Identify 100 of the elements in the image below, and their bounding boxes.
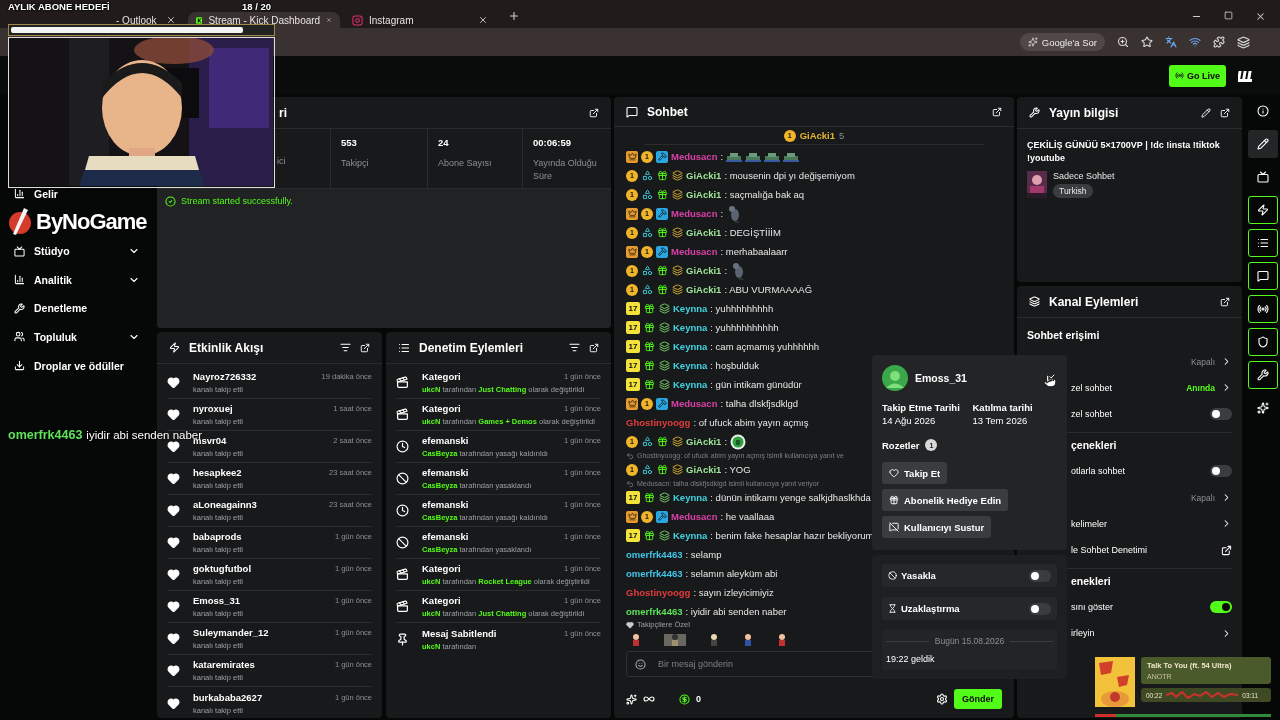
- chat-username[interactable]: omerfrk4463: [626, 568, 683, 579]
- chat-username[interactable]: GiAcki1: [686, 265, 722, 276]
- toggle-switch[interactable]: [1210, 408, 1232, 421]
- sidebar-item[interactable]: Droplar ve ödüller: [0, 357, 154, 374]
- chat-username[interactable]: GiAcki1: [686, 436, 722, 447]
- follower-name: Emoss_31: [193, 595, 241, 606]
- rail-button[interactable]: [1247, 328, 1278, 356]
- chat-username[interactable]: GiAcki1: [686, 170, 722, 181]
- chart-icon: [14, 188, 25, 200]
- bookmark-star-icon[interactable]: [1141, 36, 1153, 48]
- category-name[interactable]: Sadece Sohbet: [1053, 171, 1115, 182]
- ask-google-button[interactable]: Google'a Sor: [1019, 33, 1105, 51]
- chat-username[interactable]: GiAcki1: [686, 464, 722, 475]
- sidebar-item[interactable]: Denetleme: [0, 300, 154, 317]
- chat-username[interactable]: Medusacn: [671, 246, 718, 257]
- panel-title: Denetim Eylemleri: [419, 340, 525, 355]
- external-link-icon[interactable]: [1221, 544, 1232, 556]
- chat-message: : sayın izleyicimiyiz: [693, 587, 774, 598]
- close-icon[interactable]: [166, 15, 176, 25]
- user-action-button[interactable]: Takip Et: [882, 462, 948, 484]
- chat-username[interactable]: GiAcki1: [686, 284, 722, 295]
- rail-button[interactable]: [1247, 130, 1278, 158]
- filter-icon[interactable]: [340, 342, 351, 353]
- broadcast-icon: [1256, 303, 1269, 315]
- maximize-icon[interactable]: [1224, 11, 1233, 20]
- close-icon[interactable]: [478, 15, 488, 25]
- toggle-switch[interactable]: [1210, 601, 1232, 614]
- send-button[interactable]: Gönder: [954, 689, 1002, 709]
- emote-icon: [742, 633, 754, 647]
- chat-message: : selamp: [685, 549, 722, 560]
- crown-badge: [626, 510, 638, 523]
- rail-button[interactable]: [1247, 196, 1278, 224]
- layers-badge: [658, 321, 670, 334]
- browser-tab[interactable]: Instagram: [344, 12, 496, 28]
- popout-icon[interactable]: [360, 342, 370, 353]
- chat-username[interactable]: Medusacn: [671, 398, 718, 409]
- new-tab-icon[interactable]: [508, 10, 520, 22]
- ban-icon: [396, 536, 409, 549]
- rail-button[interactable]: [1247, 229, 1278, 257]
- chat-username[interactable]: Medusacn: [671, 511, 718, 522]
- settings-icon[interactable]: [936, 693, 948, 705]
- close-icon[interactable]: [1255, 11, 1266, 22]
- emoji-icon[interactable]: [635, 658, 646, 670]
- setting-value: Kapalı: [1190, 356, 1215, 367]
- filter-icon[interactable]: [569, 342, 580, 353]
- emote-icon: [726, 150, 743, 163]
- rail-button[interactable]: [1247, 361, 1278, 389]
- popout-icon[interactable]: [992, 106, 1002, 117]
- chat-username[interactable]: Medusacn: [671, 208, 718, 219]
- translate-icon[interactable]: [1165, 36, 1177, 48]
- zoom-icon[interactable]: [1117, 36, 1129, 48]
- wrench-icon: [1029, 107, 1040, 118]
- toggle-switch[interactable]: [1029, 602, 1051, 615]
- bolt-icon: [169, 342, 180, 353]
- toggle-switch[interactable]: [1029, 569, 1051, 582]
- go-live-button[interactable]: Go Live: [1169, 64, 1226, 87]
- sidebar-item[interactable]: Analitik: [0, 271, 154, 288]
- toggle-switch[interactable]: [1210, 465, 1232, 478]
- popout-icon[interactable]: [1220, 296, 1230, 307]
- chat-username[interactable]: Keynna: [673, 341, 708, 352]
- chat-username[interactable]: Ghostinyoogg: [626, 417, 691, 428]
- chat-username[interactable]: Medusacn: [671, 151, 718, 162]
- kick-logo-icon: [196, 14, 203, 26]
- chat-username[interactable]: omerfrk4463: [626, 606, 683, 617]
- chat-username[interactable]: Ghostinyoogg: [626, 587, 691, 598]
- sidebar-item[interactable]: Gelir: [0, 186, 154, 202]
- popout-icon[interactable]: [1220, 107, 1230, 118]
- chat-message: : benim fake hesaplar hazır bekliyorum: [710, 530, 874, 541]
- gift-badge: [643, 302, 655, 315]
- chat-username[interactable]: Keynna: [673, 492, 708, 503]
- popout-icon[interactable]: [589, 342, 599, 353]
- chat-username[interactable]: Keynna: [673, 360, 708, 371]
- stream-title: ÇEKİLİŞ GÜNÜÜ 5×1700VP | !dc !insta !tiktok !youtube: [1027, 139, 1221, 166]
- follower-name: burkababa2627: [193, 691, 264, 703]
- user-action-button[interactable]: Abonelik Hediye Edin: [882, 489, 1009, 511]
- rail-button[interactable]: [1247, 295, 1278, 323]
- extensions-icon[interactable]: [1213, 36, 1225, 48]
- pencil-icon[interactable]: [1201, 107, 1211, 118]
- chat-username[interactable]: GiAcki1: [686, 227, 722, 238]
- popout-icon[interactable]: [589, 107, 599, 118]
- subscriber-badge: 17: [626, 529, 640, 542]
- chat-username[interactable]: GiAcki1: [686, 189, 722, 200]
- rail-button[interactable]: [1247, 262, 1278, 290]
- wave-icon[interactable]: [1189, 36, 1201, 48]
- sidebar-item[interactable]: Stüdyo: [0, 243, 154, 260]
- pin-icon: [396, 632, 409, 646]
- chat-username[interactable]: Keynna: [673, 530, 708, 541]
- chat-username[interactable]: Keynna: [673, 379, 708, 390]
- sidebar-item[interactable]: Topluluk: [0, 328, 154, 345]
- user-action-button[interactable]: Kullanıcıyı Sustur: [882, 516, 992, 538]
- download-icon: [14, 360, 25, 372]
- chat-username[interactable]: Keynna: [673, 322, 708, 333]
- emote-icon: [745, 150, 762, 163]
- check-icon: [165, 196, 176, 207]
- category-icon: [396, 600, 409, 613]
- heart-icon: [167, 568, 180, 581]
- chat-username[interactable]: omerfrk4463: [626, 549, 683, 560]
- browser-tab[interactable]: - Outlook: [108, 12, 184, 28]
- chat-username[interactable]: Keynna: [673, 303, 708, 314]
- profile-icon[interactable]: [1237, 35, 1250, 49]
